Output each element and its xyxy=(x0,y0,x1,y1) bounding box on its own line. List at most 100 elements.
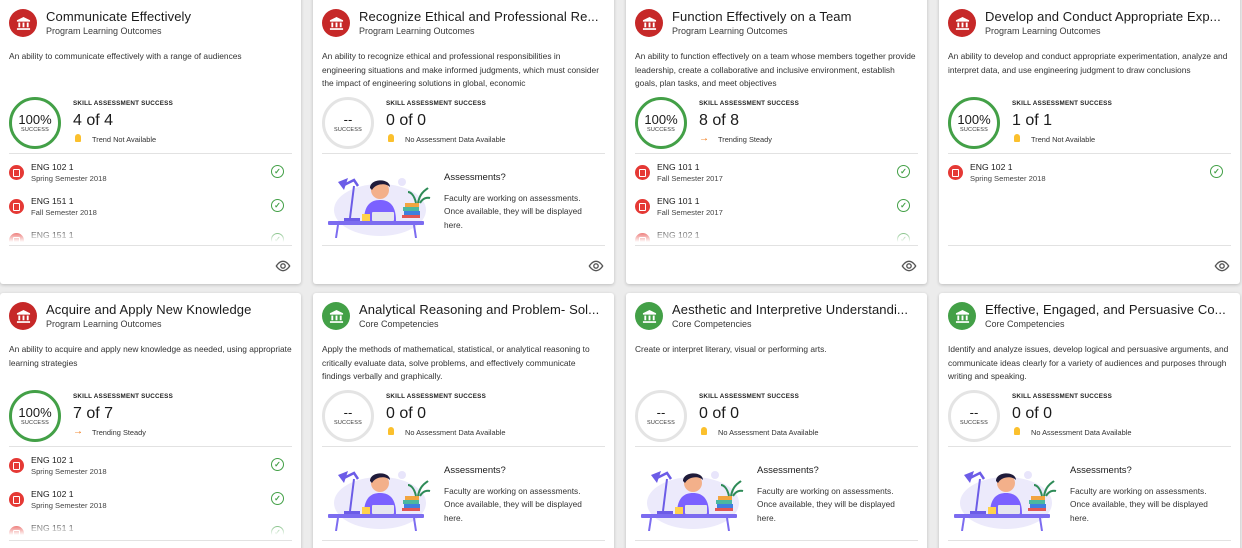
course-semester: Spring Semester 2018 xyxy=(31,174,107,183)
divider xyxy=(9,245,292,246)
outcomes-grid: Communicate Effectively Program Learning … xyxy=(0,0,1242,548)
assessments-title: Assessments? xyxy=(444,172,506,183)
trend-text: No Assessment Data Available xyxy=(718,427,819,437)
course-item[interactable]: ENG 102 1 Spring Semester 2018 ✓ xyxy=(9,489,292,517)
success-label: SUCCESS xyxy=(21,419,49,426)
card-description: Apply the methods of mathematical, stati… xyxy=(322,344,590,381)
institution-icon xyxy=(9,302,37,330)
outcome-card: Aesthetic and Interpretive Understandi..… xyxy=(626,293,927,548)
card-header: Acquire and Apply New Knowledge Program L… xyxy=(9,302,293,332)
institution-icon xyxy=(322,9,350,37)
student-illustration xyxy=(950,461,1058,532)
outcome-card: Analytical Reasoning and Problem- Sol...… xyxy=(313,293,614,548)
success-percent: 100% xyxy=(18,404,52,420)
card-description: An ability to function effectively on a … xyxy=(635,51,916,88)
eye-icon[interactable] xyxy=(275,259,291,272)
course-list[interactable]: ENG 101 1 Fall Semester 2017 ✓ ENG 101 1 Fal… xyxy=(635,162,918,242)
success-label: SUCCESS xyxy=(647,419,675,426)
success-label: SUCCESS xyxy=(334,126,362,133)
bulb-icon xyxy=(699,427,709,437)
card-title[interactable]: Effective, Engaged, and Persuasive Co... xyxy=(985,302,1232,318)
card-category: Program Learning Outcomes xyxy=(985,26,1101,36)
card-header: Communicate Effectively Program Learning … xyxy=(9,9,293,39)
card-header: Effective, Engaged, and Persuasive Co...… xyxy=(948,302,1232,332)
assessments-text: Faculty are working on assessments. Once… xyxy=(1070,486,1208,523)
success-ring: 100% SUCCESS xyxy=(9,390,61,442)
card-title[interactable]: Recognize Ethical and Professional Re... xyxy=(359,9,606,25)
divider xyxy=(322,446,605,447)
trend-status: No Assessment Data Available xyxy=(699,427,819,437)
outcome-card: Develop and Conduct Appropriate Exp... Pr… xyxy=(939,0,1240,284)
course-name: ENG 101 1 xyxy=(657,196,700,206)
course-semester: Spring Semester 2018 xyxy=(31,501,107,510)
success-ring: -- SUCCESS xyxy=(322,390,374,442)
card-title[interactable]: Aesthetic and Interpretive Understandi..… xyxy=(672,302,919,318)
divider xyxy=(322,245,605,246)
card-description: Identify and analyze issues, develop log… xyxy=(948,344,1229,381)
trend-status: No Assessment Data Available xyxy=(1012,427,1132,437)
assessments-placeholder: Assessments? Faculty are working on asses… xyxy=(948,455,1231,537)
course-semester: Fall Semester 2018 xyxy=(31,208,97,217)
skill-success-count: 4 of 4 xyxy=(73,112,114,129)
card-title[interactable]: Acquire and Apply New Knowledge xyxy=(46,302,293,318)
outcome-card: Acquire and Apply New Knowledge Program L… xyxy=(0,293,301,548)
success-ring: -- SUCCESS xyxy=(948,390,1000,442)
course-item[interactable]: ENG 101 1 Fall Semester 2017 ✓ xyxy=(635,162,918,190)
card-body: Develop and Conduct Appropriate Exp... Pr… xyxy=(939,0,1240,284)
card-title[interactable]: Communicate Effectively xyxy=(46,9,293,25)
course-name: ENG 102 1 xyxy=(31,489,74,499)
assessments-title: Assessments? xyxy=(757,465,819,476)
divider xyxy=(948,540,1231,541)
course-list[interactable]: ENG 102 1 Spring Semester 2018 ✓ xyxy=(948,162,1231,242)
institution-icon xyxy=(948,302,976,330)
course-item[interactable]: ENG 102 1 Spring Semester 2018 ✓ xyxy=(9,162,292,190)
course-name: ENG 102 1 xyxy=(31,455,74,465)
card-category: Program Learning Outcomes xyxy=(359,26,475,36)
divider xyxy=(948,446,1231,447)
success-percent: -- xyxy=(969,404,979,420)
course-item[interactable]: ENG 102 1 Spring Semester 2018 ✓ xyxy=(948,162,1231,190)
trend-text: Trending Steady xyxy=(92,427,146,437)
trend-text: No Assessment Data Available xyxy=(1031,427,1132,437)
success-label: SUCCESS xyxy=(334,419,362,426)
course-icon xyxy=(635,165,650,180)
course-list[interactable]: ENG 102 1 Spring Semester 2018 ✓ ENG 151 1 F… xyxy=(9,162,292,242)
trend-text: No Assessment Data Available xyxy=(405,134,506,144)
eye-icon[interactable] xyxy=(901,259,917,272)
card-title[interactable]: Develop and Conduct Appropriate Exp... xyxy=(985,9,1232,25)
course-semester: Spring Semester 2018 xyxy=(31,467,107,476)
assessments-text: Faculty are working on assessments. Once… xyxy=(444,486,582,523)
card-header: Analytical Reasoning and Problem- Sol...… xyxy=(322,302,606,332)
institution-icon xyxy=(635,9,663,37)
divider xyxy=(9,446,292,447)
institution-icon xyxy=(948,9,976,37)
outcome-card: Communicate Effectively Program Learning … xyxy=(0,0,301,284)
card-body: Communicate Effectively Program Learning … xyxy=(0,0,301,284)
success-label: SUCCESS xyxy=(647,126,675,133)
bulb-icon xyxy=(1012,427,1022,437)
institution-icon xyxy=(322,302,350,330)
card-title[interactable]: Function Effectively on a Team xyxy=(672,9,919,25)
card-title[interactable]: Analytical Reasoning and Problem- Sol... xyxy=(359,302,606,318)
card-description: Create or interpret literary, visual or … xyxy=(635,344,827,354)
eye-icon[interactable] xyxy=(588,259,604,272)
assessments-placeholder: Assessments? Faculty are working on asses… xyxy=(635,455,918,537)
course-semester: Fall Semester 2017 xyxy=(657,174,723,183)
arrow-right-icon: → xyxy=(699,133,709,144)
course-list[interactable]: ENG 102 1 Spring Semester 2018 ✓ ENG 102 1 S… xyxy=(9,455,292,535)
outcome-card: Function Effectively on a Team Program Le… xyxy=(626,0,927,284)
institution-icon xyxy=(9,9,37,37)
course-item[interactable]: ENG 101 1 Fall Semester 2017 ✓ xyxy=(635,196,918,224)
institution-icon xyxy=(635,302,663,330)
skill-success-count: 0 of 0 xyxy=(699,405,740,422)
course-item[interactable]: ENG 102 1 Spring Semester 2018 ✓ xyxy=(9,455,292,483)
skill-success-count: 7 of 7 xyxy=(73,405,114,422)
course-item[interactable]: ENG 151 1 Fall Semester 2018 ✓ xyxy=(9,196,292,224)
skill-success-count: 0 of 0 xyxy=(386,405,427,422)
card-header: Recognize Ethical and Professional Re...… xyxy=(322,9,606,39)
card-description: An ability to develop and conduct approp… xyxy=(948,51,1228,75)
eye-icon[interactable] xyxy=(1214,259,1230,272)
assessments-text: Faculty are working on assessments. Once… xyxy=(757,486,895,523)
success-percent: -- xyxy=(656,404,666,420)
success-ring: -- SUCCESS xyxy=(635,390,687,442)
